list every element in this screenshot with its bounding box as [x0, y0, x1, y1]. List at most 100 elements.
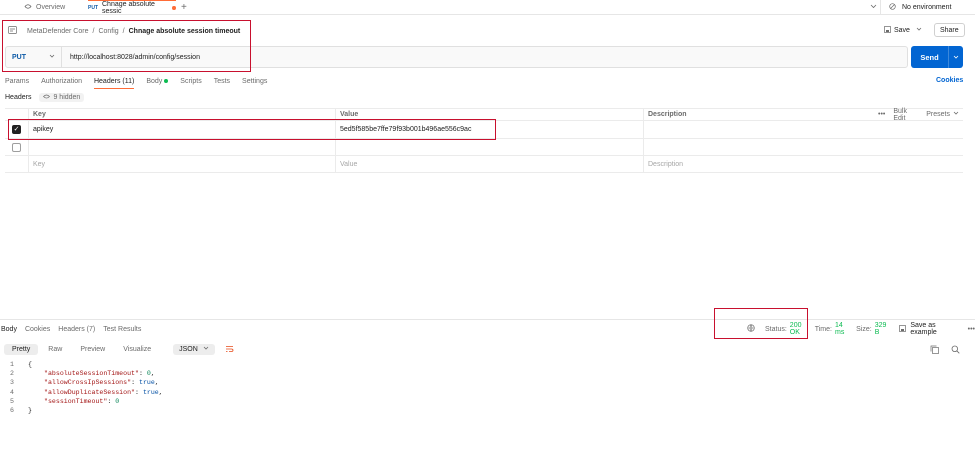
json-key: "absoluteSessionTimeout" [44, 370, 139, 378]
json-value: 0 [115, 397, 120, 405]
tab-authorization[interactable]: Authorization [41, 78, 82, 85]
format-tabs: Pretty Raw Preview Visualize [4, 344, 159, 355]
send-button[interactable]: Send [911, 46, 963, 68]
new-description-input[interactable]: Description [644, 156, 874, 172]
table-row-new: Key Value Description [5, 156, 963, 173]
line-number: 3 [10, 379, 14, 387]
save-icon [884, 25, 891, 35]
response-tab-headers[interactable]: Headers (7) [58, 326, 95, 333]
response-tab-test-results[interactable]: Test Results [103, 326, 141, 333]
tab-overview[interactable]: Overview [24, 0, 65, 15]
row-checkbox-cell [5, 139, 29, 155]
time-badge[interactable]: Time: 14 ms [815, 322, 850, 336]
line-number: 5 [10, 397, 14, 405]
response-tabs: Body Cookies Headers (7) Test Results [1, 324, 141, 334]
format-pretty[interactable]: Pretty [4, 344, 39, 355]
json-key: "sessionTimeout" [44, 397, 108, 405]
save-as-example-button[interactable]: Save as example [899, 322, 957, 336]
row-spacer [874, 121, 963, 138]
header-value-cell[interactable] [336, 139, 644, 155]
tab-headers[interactable]: Headers (11) [93, 78, 135, 89]
header-key-cell[interactable] [29, 139, 336, 155]
wrap-lines-icon[interactable] [225, 345, 234, 355]
json-key: "allowDuplicateSession" [44, 388, 136, 396]
search-icon[interactable] [951, 345, 960, 356]
request-tabs: Params Authorization Headers (11) Body S… [5, 76, 267, 89]
table-actions: ••• Bulk Edit Presets [874, 108, 963, 122]
tab-bar: Overview PUT Chnage absolute sessic + No… [0, 0, 975, 15]
code-text: } [28, 407, 32, 415]
save-icon [899, 324, 907, 334]
tab-request-label: Chnage absolute sessic [102, 0, 155, 15]
body-indicator-icon [164, 79, 169, 83]
code-line: 3 "allowCrossIpSessions": true, [0, 378, 400, 387]
save-button[interactable]: Save [884, 25, 910, 35]
unsaved-dot-icon [172, 5, 176, 10]
new-value-input[interactable]: Value [336, 156, 644, 172]
row-checkbox[interactable] [12, 142, 21, 152]
cookies-link[interactable]: Cookies [936, 77, 963, 84]
environment-label: No environment [902, 4, 952, 11]
code-line: 6 } [0, 406, 400, 415]
tab-tests[interactable]: Tests [214, 78, 230, 85]
tab-params[interactable]: Params [5, 78, 29, 85]
save-menu-chevron-icon[interactable] [916, 27, 922, 34]
size-badge[interactable]: Size: 329 B [856, 322, 889, 336]
highlight-box-status [714, 308, 808, 339]
save-as-example-label: Save as example [910, 322, 937, 336]
more-options-icon[interactable]: ••• [878, 111, 885, 118]
format-visualize[interactable]: Visualize [115, 344, 159, 355]
tab-scripts[interactable]: Scripts [180, 78, 201, 85]
line-number: 2 [10, 370, 14, 378]
code-line: 1 { [0, 360, 400, 369]
no-environment-icon [889, 3, 896, 12]
format-raw[interactable]: Raw [40, 344, 70, 355]
hidden-headers-count: 9 hidden [53, 94, 81, 101]
header-description-cell[interactable] [644, 121, 874, 138]
send-options-chevron-icon[interactable] [948, 46, 963, 68]
tab-request[interactable]: PUT Chnage absolute sessic [88, 0, 176, 15]
json-comma: , [154, 379, 159, 387]
presets-dropdown[interactable]: Presets [926, 111, 959, 118]
header-description-cell[interactable] [644, 139, 874, 155]
format-preview[interactable]: Preview [72, 344, 113, 355]
response-body-code: 1 { 2 "absoluteSessionTimeout": 0, 3 "al… [0, 360, 400, 415]
tab-body[interactable]: Body [146, 77, 169, 85]
line-number: 4 [10, 388, 14, 396]
tab-overview-label: Overview [36, 4, 66, 11]
language-value: JSON [179, 346, 198, 353]
tab-settings[interactable]: Settings [242, 78, 267, 85]
environment-selector[interactable]: No environment [880, 0, 975, 15]
column-description: Description [648, 111, 687, 118]
json-key: "allowCrossIpSessions" [44, 379, 132, 387]
more-options-icon[interactable]: ••• [968, 326, 975, 333]
json-comma: , [158, 388, 163, 396]
row-spacer [874, 139, 963, 155]
request-actions: Save Share [884, 23, 965, 37]
highlight-box-apikey [8, 119, 496, 140]
share-button[interactable]: Share [933, 23, 965, 37]
response-tab-cookies[interactable]: Cookies [25, 326, 50, 333]
time-value: 14 ms [834, 322, 845, 336]
headers-table: Key Value Description ••• Bulk Edit Pres… [5, 108, 963, 173]
save-label: Save [894, 26, 910, 34]
plus-icon: + [181, 2, 187, 13]
size-value: 329 B [874, 322, 887, 336]
chevron-down-icon [203, 346, 209, 353]
response-tab-body[interactable]: Body [1, 326, 17, 333]
bulk-edit-button[interactable]: Bulk Edit [893, 108, 918, 122]
tab-request-method: PUT [88, 4, 98, 11]
share-label: Share [939, 26, 959, 34]
hidden-headers-toggle[interactable]: 9 hidden [39, 93, 85, 102]
headers-section: Headers 9 hidden [5, 93, 85, 102]
copy-icon[interactable] [930, 345, 939, 356]
response-format-bar: Pretty Raw Preview Visualize JSON [4, 342, 234, 357]
tabs-dropdown-button[interactable] [870, 0, 877, 15]
send-label: Send [920, 52, 939, 62]
size-label: Size: [856, 325, 872, 333]
language-select[interactable]: JSON [173, 344, 215, 355]
eye-off-icon [43, 94, 51, 101]
tab-body-label: Body [146, 77, 163, 85]
new-key-input[interactable]: Key [29, 156, 336, 172]
new-tab-button[interactable]: + [181, 0, 187, 15]
